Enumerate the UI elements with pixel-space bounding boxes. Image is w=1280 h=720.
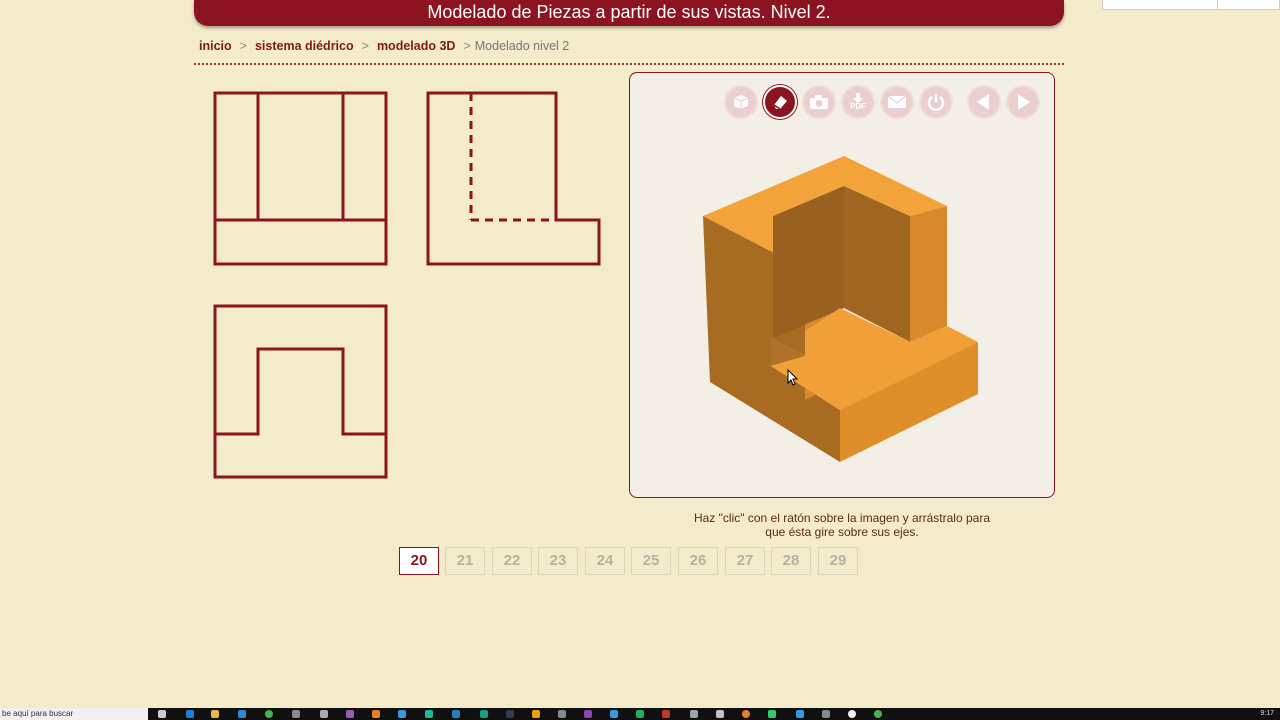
- chrome-active-icon[interactable]: [874, 710, 882, 718]
- app-icon[interactable]: [716, 710, 724, 718]
- app-icon[interactable]: [796, 710, 804, 718]
- page-button-21[interactable]: 21: [445, 547, 485, 575]
- firefox-icon[interactable]: [742, 710, 750, 718]
- mail-icon: [887, 95, 907, 108]
- browser-overlay-box: [1102, 0, 1280, 10]
- app-icon[interactable]: [610, 710, 618, 718]
- page-button-27[interactable]: 27: [725, 547, 765, 575]
- app-icon[interactable]: [848, 710, 856, 718]
- mail-tool-button[interactable]: [880, 85, 914, 119]
- app-icon[interactable]: [346, 710, 354, 718]
- page-button-29[interactable]: 29: [818, 547, 858, 575]
- page-button-26[interactable]: 26: [678, 547, 718, 575]
- previous-button[interactable]: [967, 85, 1001, 119]
- eraser-tool-button[interactable]: [763, 85, 797, 119]
- edge-icon[interactable]: [186, 710, 194, 718]
- os-taskbar: be aquí para buscar 9:17: [0, 708, 1280, 720]
- file-explorer-icon[interactable]: [211, 710, 219, 718]
- page-button-23[interactable]: 23: [538, 547, 578, 575]
- camera-tool-button[interactable]: [802, 85, 836, 119]
- app-icon[interactable]: [506, 710, 514, 718]
- app-icon[interactable]: [372, 710, 380, 718]
- viewer-instructions: Haz "clic" con el ratón sobre la imagen …: [668, 511, 1016, 539]
- top-view: [213, 304, 388, 479]
- app-icon[interactable]: [292, 710, 300, 718]
- app-icon[interactable]: [768, 710, 776, 718]
- app-icon[interactable]: [398, 710, 406, 718]
- app-icon[interactable]: [452, 710, 460, 718]
- power-icon: [927, 94, 945, 111]
- app-icon[interactable]: [822, 710, 830, 718]
- next-arrow-icon: [1018, 94, 1030, 110]
- app-icon[interactable]: [690, 710, 698, 718]
- side-view: [426, 91, 601, 266]
- mouse-cursor-icon: [787, 369, 799, 386]
- previous-arrow-icon: [977, 94, 989, 110]
- app-icon[interactable]: [532, 710, 540, 718]
- app-icon[interactable]: [662, 710, 670, 718]
- app-icon[interactable]: [558, 710, 566, 718]
- app-icon[interactable]: [584, 710, 592, 718]
- power-tool-button[interactable]: [919, 85, 953, 119]
- cube-tool-button[interactable]: [724, 85, 758, 119]
- page-button-28[interactable]: 28: [771, 547, 811, 575]
- model-3d-render: [703, 156, 978, 462]
- task-view-icon[interactable]: [158, 710, 166, 718]
- app-icon[interactable]: [636, 710, 644, 718]
- viewer-instructions-line1: Haz "clic" con el ratón sobre la imagen …: [694, 511, 990, 525]
- viewer-instructions-line2: que ésta gire sobre sus ejes.: [765, 525, 919, 539]
- model-3d-viewer[interactable]: PDF: [629, 72, 1055, 498]
- taskbar-search-input[interactable]: be aquí para buscar: [0, 708, 148, 720]
- eraser-icon: [773, 96, 787, 110]
- pdf-download-button[interactable]: PDF: [841, 85, 875, 119]
- camera-icon: [810, 95, 828, 109]
- app-icon[interactable]: [320, 710, 328, 718]
- chrome-icon[interactable]: [265, 710, 273, 718]
- next-button[interactable]: [1006, 85, 1040, 119]
- front-view: [213, 91, 388, 266]
- page-button-24[interactable]: 24: [585, 547, 625, 575]
- app-icon[interactable]: [480, 710, 488, 718]
- page-button-22[interactable]: 22: [492, 547, 532, 575]
- app-icon[interactable]: [425, 710, 433, 718]
- views-drawing: [213, 91, 601, 479]
- page-button-20[interactable]: 20: [399, 547, 439, 575]
- cube-icon: [733, 95, 749, 109]
- pdf-label: PDF: [850, 102, 866, 111]
- store-icon[interactable]: [238, 710, 246, 718]
- page-button-25[interactable]: 25: [631, 547, 671, 575]
- system-clock[interactable]: 9:17: [1260, 709, 1274, 719]
